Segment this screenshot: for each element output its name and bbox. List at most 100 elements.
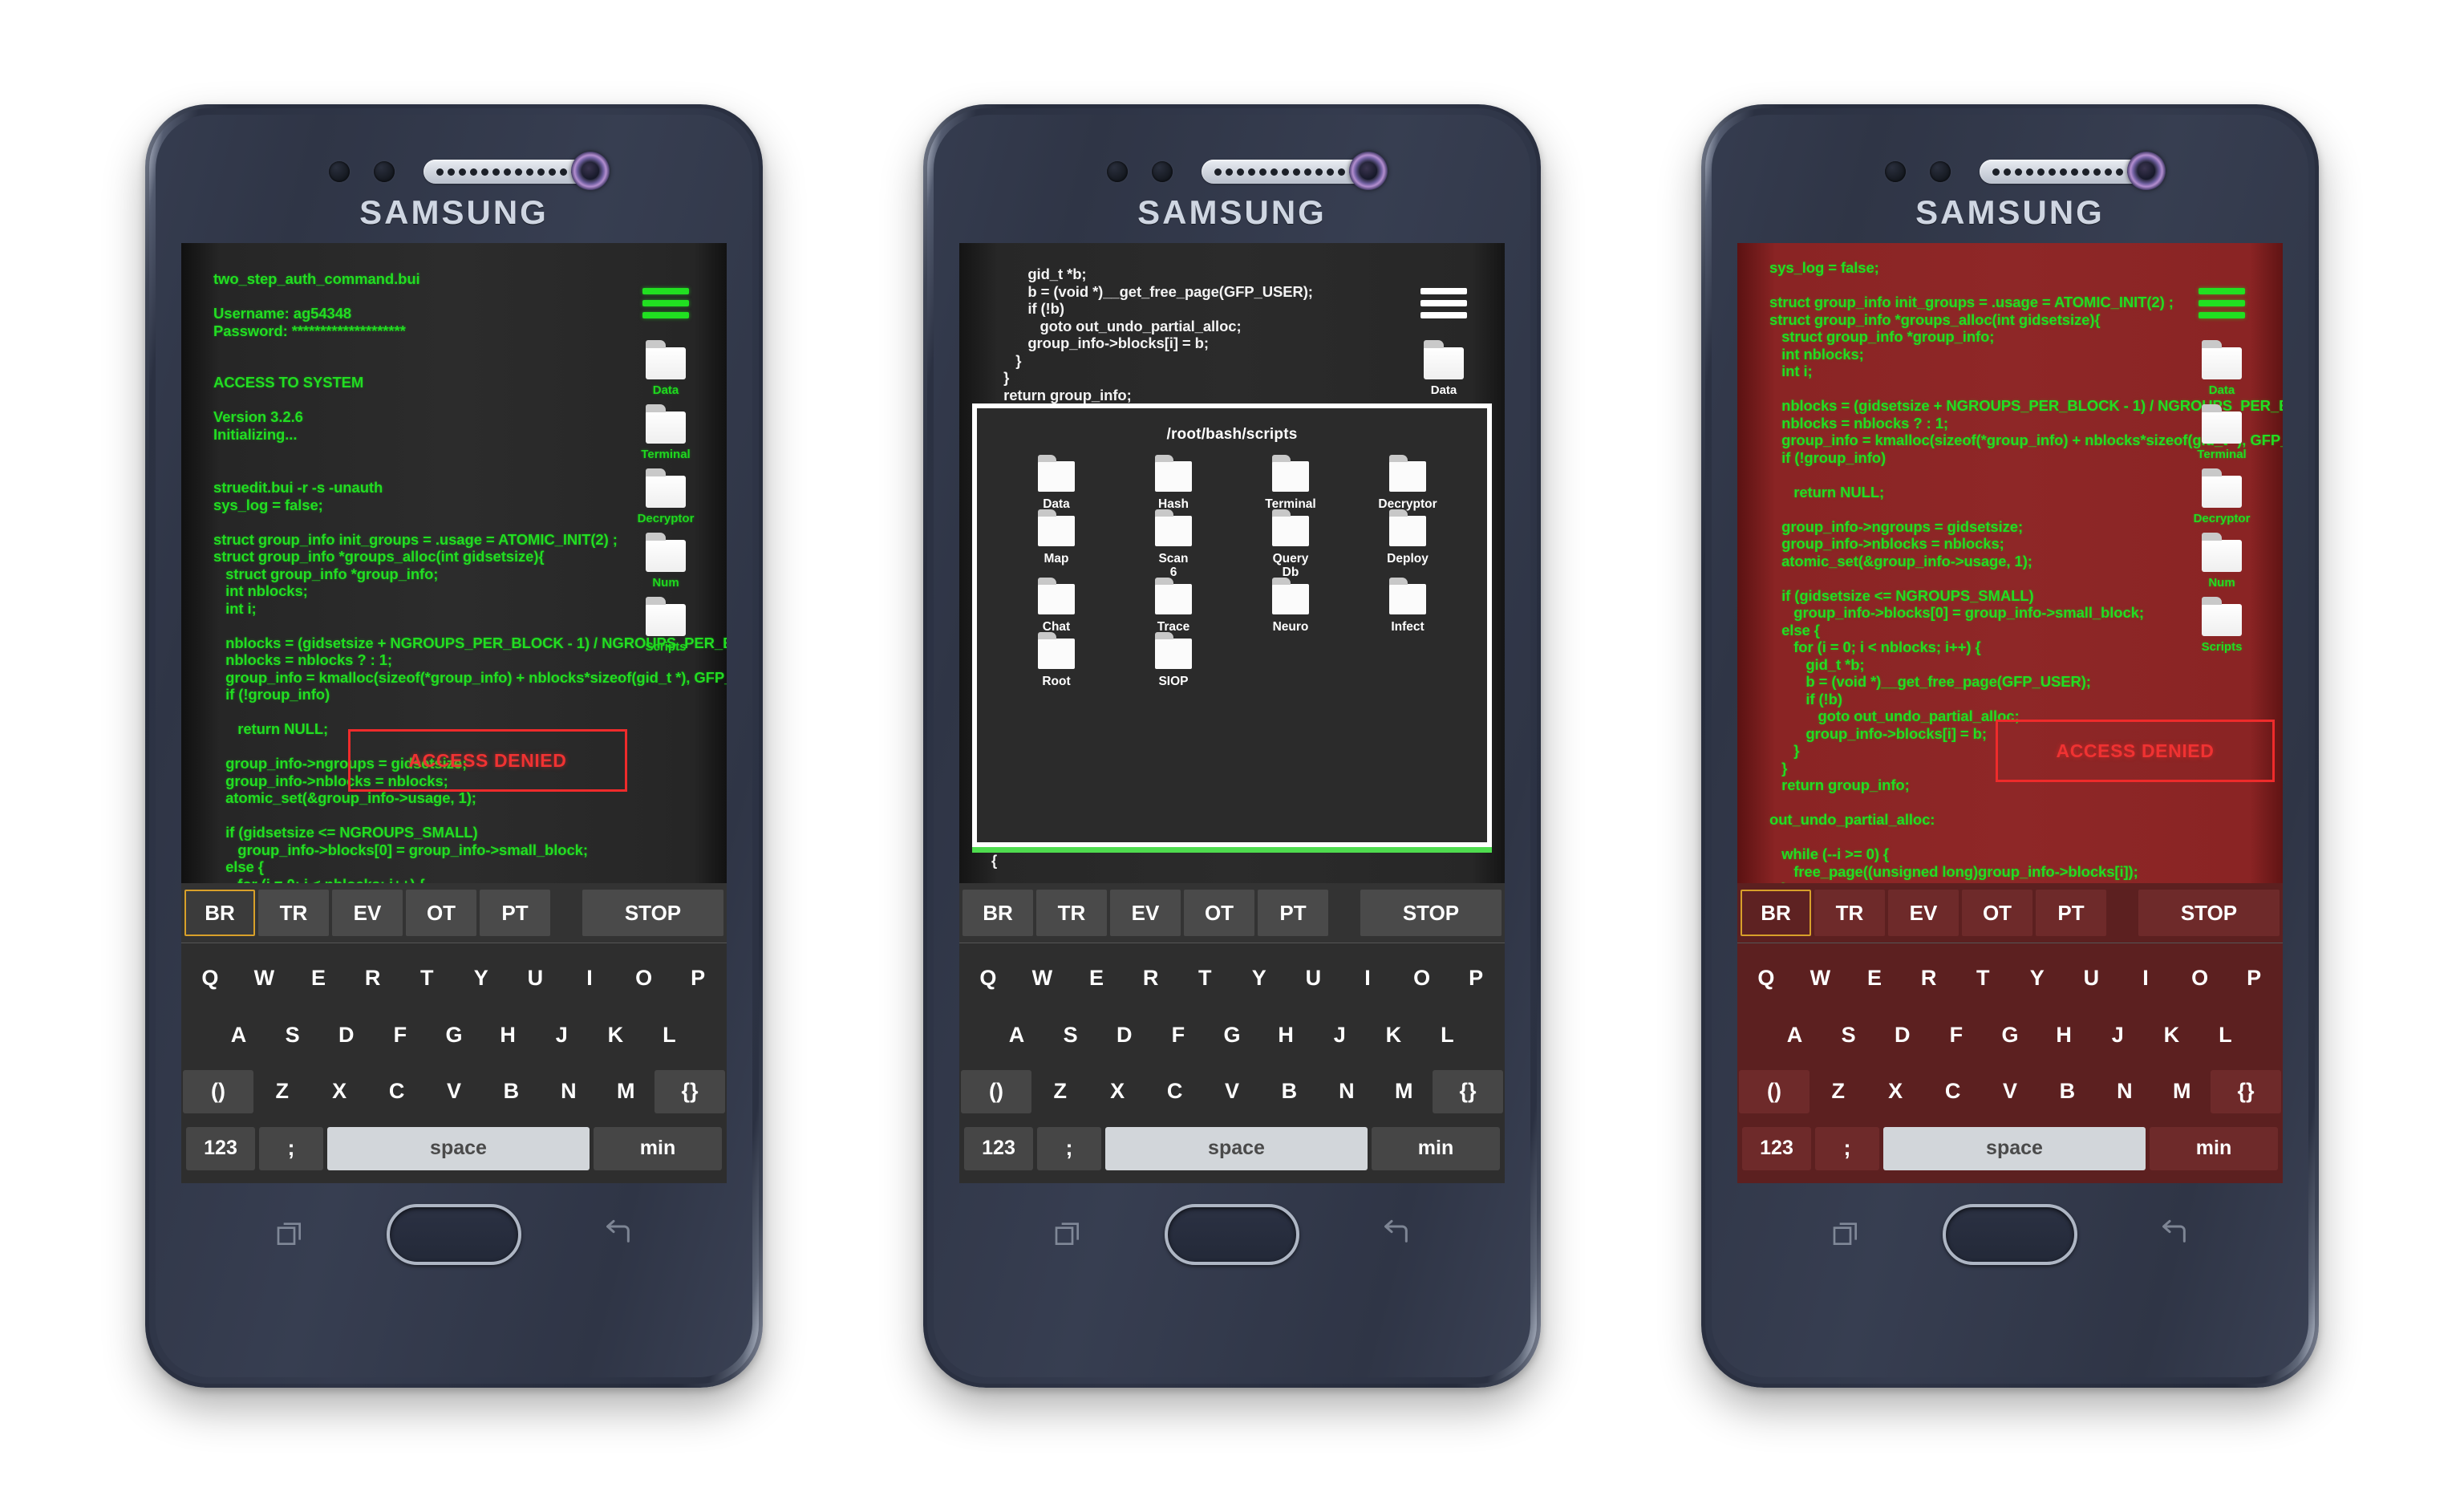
key-parentheses[interactable]: (): [183, 1069, 254, 1113]
key-w[interactable]: W: [1015, 956, 1070, 999]
key-semicolon[interactable]: ;: [1815, 1126, 1879, 1170]
key-o[interactable]: O: [617, 956, 671, 999]
tool-button-ev[interactable]: EV: [1110, 890, 1181, 936]
key-d[interactable]: D: [1097, 1013, 1151, 1056]
key-g[interactable]: G: [427, 1013, 480, 1056]
key-e[interactable]: E: [1069, 956, 1124, 999]
recent-apps-icon[interactable]: [1830, 1218, 1862, 1255]
key-x[interactable]: X: [310, 1070, 367, 1113]
key-j[interactable]: J: [535, 1013, 589, 1056]
key-d[interactable]: D: [319, 1013, 373, 1056]
key-parentheses[interactable]: (): [961, 1069, 1032, 1113]
key-y[interactable]: Y: [2010, 956, 2065, 999]
folder-item-trace[interactable]: Trace: [1115, 578, 1232, 634]
key-f[interactable]: F: [373, 1013, 427, 1056]
key-u[interactable]: U: [509, 956, 563, 999]
key-c[interactable]: C: [368, 1070, 425, 1113]
tool-button-br[interactable]: BR: [1741, 890, 1811, 936]
stop-button[interactable]: STOP: [2138, 890, 2280, 936]
folder-item-hash[interactable]: Hash: [1115, 455, 1232, 511]
tool-button-br[interactable]: BR: [962, 890, 1033, 936]
key-e[interactable]: E: [1847, 956, 1902, 999]
folder-item-chat[interactable]: Chat: [998, 578, 1115, 634]
key-numeric-toggle[interactable]: 123: [1742, 1126, 1811, 1170]
key-t[interactable]: T: [1177, 956, 1232, 999]
key-q[interactable]: Q: [183, 956, 237, 999]
menu-icon[interactable]: [642, 288, 689, 318]
back-icon[interactable]: [602, 1218, 634, 1255]
key-k[interactable]: K: [2145, 1013, 2199, 1056]
sidebar-item-decryptor[interactable]: Decryptor: [2194, 468, 2250, 525]
sidebar-item-num[interactable]: Num: [646, 533, 686, 590]
folder-item-querydb[interactable]: Query Db: [1232, 509, 1349, 579]
key-h[interactable]: H: [2037, 1013, 2091, 1056]
key-q[interactable]: Q: [1739, 956, 1793, 999]
sidebar-item-data[interactable]: Data: [1424, 340, 1464, 397]
key-m[interactable]: M: [2154, 1070, 2211, 1113]
tool-button-tr[interactable]: TR: [1036, 890, 1107, 936]
key-a[interactable]: A: [212, 1013, 265, 1056]
key-l[interactable]: L: [642, 1013, 696, 1056]
key-l[interactable]: L: [1420, 1013, 1474, 1056]
sidebar-item-terminal[interactable]: Terminal: [2197, 404, 2247, 461]
key-braces[interactable]: {}: [2210, 1069, 2281, 1113]
key-x[interactable]: X: [1088, 1070, 1145, 1113]
key-a[interactable]: A: [1768, 1013, 1822, 1056]
key-y[interactable]: Y: [454, 956, 509, 999]
key-min[interactable]: min: [2150, 1126, 2278, 1170]
key-min[interactable]: min: [594, 1126, 722, 1170]
folder-item-siop[interactable]: SIOP: [1115, 632, 1232, 688]
key-e[interactable]: E: [291, 956, 346, 999]
key-s[interactable]: S: [1822, 1013, 1875, 1056]
key-min[interactable]: min: [1372, 1126, 1500, 1170]
key-v[interactable]: V: [1981, 1070, 2038, 1113]
key-p[interactable]: P: [671, 956, 725, 999]
key-braces[interactable]: {}: [1432, 1069, 1503, 1113]
key-z[interactable]: Z: [1810, 1070, 1866, 1113]
key-p[interactable]: P: [2227, 956, 2281, 999]
folder-item-scan6[interactable]: Scan 6: [1115, 509, 1232, 579]
menu-icon[interactable]: [2199, 288, 2245, 318]
folder-item-neuro[interactable]: Neuro: [1232, 578, 1349, 634]
folder-item-infect[interactable]: Infect: [1349, 578, 1466, 634]
home-button[interactable]: [1165, 1204, 1299, 1265]
folder-item-data[interactable]: Data: [998, 455, 1115, 511]
recent-apps-icon[interactable]: [1052, 1218, 1084, 1255]
key-j[interactable]: J: [2091, 1013, 2145, 1056]
tool-button-ot[interactable]: OT: [1184, 890, 1254, 936]
tool-button-tr[interactable]: TR: [258, 890, 329, 936]
tool-button-pt[interactable]: PT: [2036, 890, 2106, 936]
tool-button-pt[interactable]: PT: [480, 890, 550, 936]
tool-button-br[interactable]: BR: [184, 890, 255, 936]
sidebar-item-scripts[interactable]: Scripts: [646, 597, 686, 654]
key-space[interactable]: space: [1883, 1126, 2146, 1170]
key-numeric-toggle[interactable]: 123: [964, 1126, 1033, 1170]
tool-button-ot[interactable]: OT: [406, 890, 476, 936]
key-s[interactable]: S: [1044, 1013, 1097, 1056]
key-r[interactable]: R: [1124, 956, 1178, 999]
key-p[interactable]: P: [1449, 956, 1503, 999]
key-f[interactable]: F: [1929, 1013, 1983, 1056]
key-h[interactable]: H: [1259, 1013, 1313, 1056]
key-v[interactable]: V: [425, 1070, 482, 1113]
key-c[interactable]: C: [1146, 1070, 1203, 1113]
key-semicolon[interactable]: ;: [259, 1126, 323, 1170]
key-w[interactable]: W: [237, 956, 292, 999]
key-l[interactable]: L: [2199, 1013, 2252, 1056]
back-icon[interactable]: [2158, 1218, 2190, 1255]
key-n[interactable]: N: [540, 1070, 597, 1113]
back-icon[interactable]: [1380, 1218, 1412, 1255]
key-s[interactable]: S: [265, 1013, 319, 1056]
folder-item-deploy[interactable]: Deploy: [1349, 509, 1466, 579]
key-t[interactable]: T: [399, 956, 454, 999]
key-r[interactable]: R: [346, 956, 400, 999]
tool-button-tr[interactable]: TR: [1814, 890, 1885, 936]
sidebar-item-terminal[interactable]: Terminal: [641, 404, 691, 461]
key-y[interactable]: Y: [1232, 956, 1287, 999]
key-d[interactable]: D: [1875, 1013, 1929, 1056]
sidebar-item-decryptor[interactable]: Decryptor: [638, 468, 694, 525]
key-k[interactable]: K: [589, 1013, 642, 1056]
key-z[interactable]: Z: [1031, 1070, 1088, 1113]
key-r[interactable]: R: [1902, 956, 1956, 999]
tool-button-ot[interactable]: OT: [1962, 890, 2032, 936]
